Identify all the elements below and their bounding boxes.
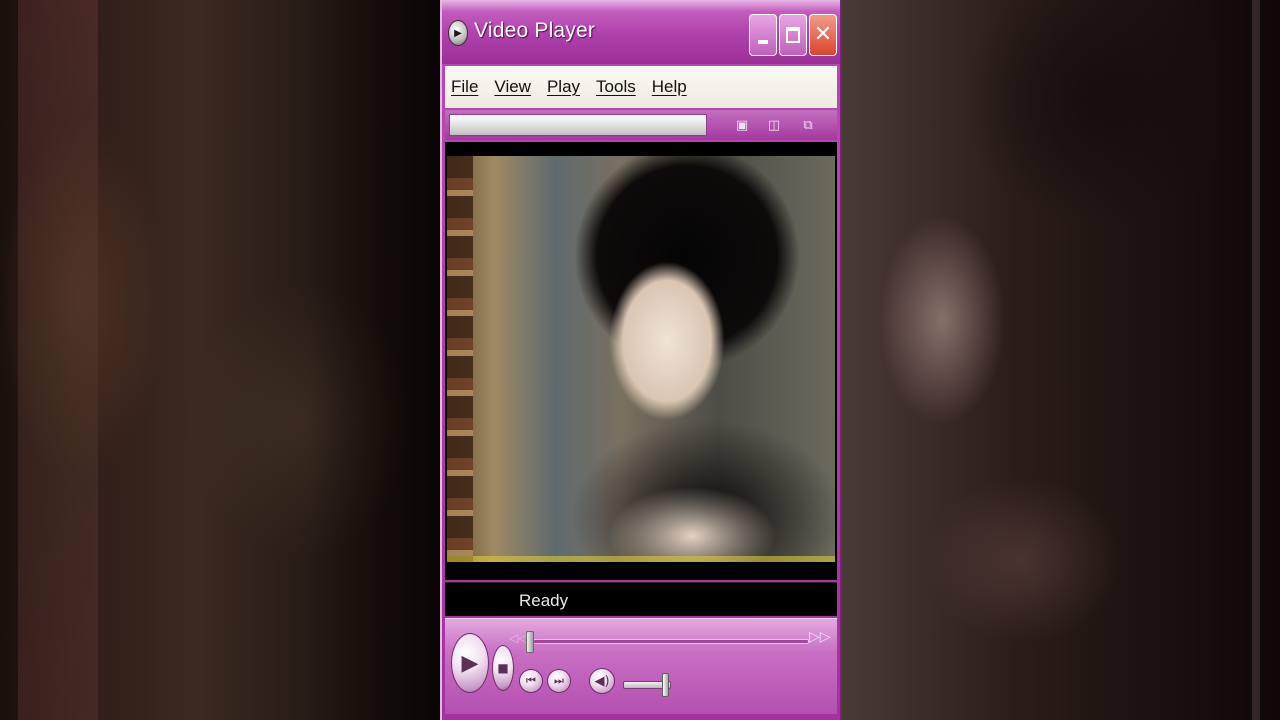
status-text: Ready <box>519 591 569 610</box>
close-button[interactable]: ✕ <box>809 14 837 56</box>
maximize-button[interactable] <box>779 14 807 56</box>
toolbar-strip: ▣ ◫ ⧉ <box>445 110 837 140</box>
rewind-icon[interactable]: ◁◁ <box>509 631 527 645</box>
minimize-icon <box>758 40 768 44</box>
window-title: Video Player <box>474 19 596 42</box>
menu-file[interactable]: File <box>451 77 478 97</box>
next-button[interactable]: ⏭ <box>547 669 571 693</box>
title-bar[interactable]: ▶ Video Player ✕ <box>442 0 840 64</box>
stop-icon: ■ <box>497 661 509 675</box>
maximize-icon <box>786 27 800 43</box>
playback-controls: ◁◁ ▷▷ ▶ ■ ⏮ ⏭ ◀) <box>445 618 837 714</box>
menu-play[interactable]: Play <box>547 77 580 97</box>
menu-help[interactable]: Help <box>652 77 687 97</box>
fullscreen-icon[interactable]: ⧉ <box>799 116 817 134</box>
background-left-blur <box>0 0 440 720</box>
seek-thumb[interactable] <box>526 631 534 653</box>
play-icon: ▶ <box>461 650 479 676</box>
menu-bar: File View Play Tools Help <box>445 66 837 108</box>
next-icon: ⏭ <box>554 674 564 687</box>
stop-button[interactable]: ■ <box>492 645 514 691</box>
mute-button[interactable]: ◀) <box>589 668 615 694</box>
background-right-blur <box>842 0 1280 720</box>
media-player-icon[interactable]: ▶ <box>448 20 468 46</box>
fast-forward-icon[interactable]: ▷▷ <box>809 629 831 645</box>
previous-icon: ⏮ <box>526 674 536 687</box>
play-button[interactable]: ▶ <box>451 633 489 693</box>
skin-mode-icon[interactable]: ▣ <box>733 116 751 134</box>
status-bar: Ready <box>445 582 837 616</box>
info-progress-bar <box>449 114 707 136</box>
seek-slider[interactable] <box>526 631 809 653</box>
previous-button[interactable]: ⏮ <box>519 669 543 693</box>
video-frame-image <box>447 156 835 562</box>
menu-view[interactable]: View <box>494 77 531 97</box>
compact-mode-icon[interactable]: ◫ <box>765 116 783 134</box>
menu-tools[interactable]: Tools <box>596 77 636 97</box>
video-area[interactable] <box>445 142 837 580</box>
volume-thumb[interactable] <box>662 673 670 697</box>
video-player-window: ▶ Video Player ✕ File View Play Tools He… <box>440 0 842 720</box>
close-icon: ✕ <box>813 22 833 47</box>
minimize-button[interactable] <box>749 14 777 56</box>
mute-icon: ◀) <box>594 673 610 689</box>
volume-slider[interactable] <box>623 673 671 697</box>
